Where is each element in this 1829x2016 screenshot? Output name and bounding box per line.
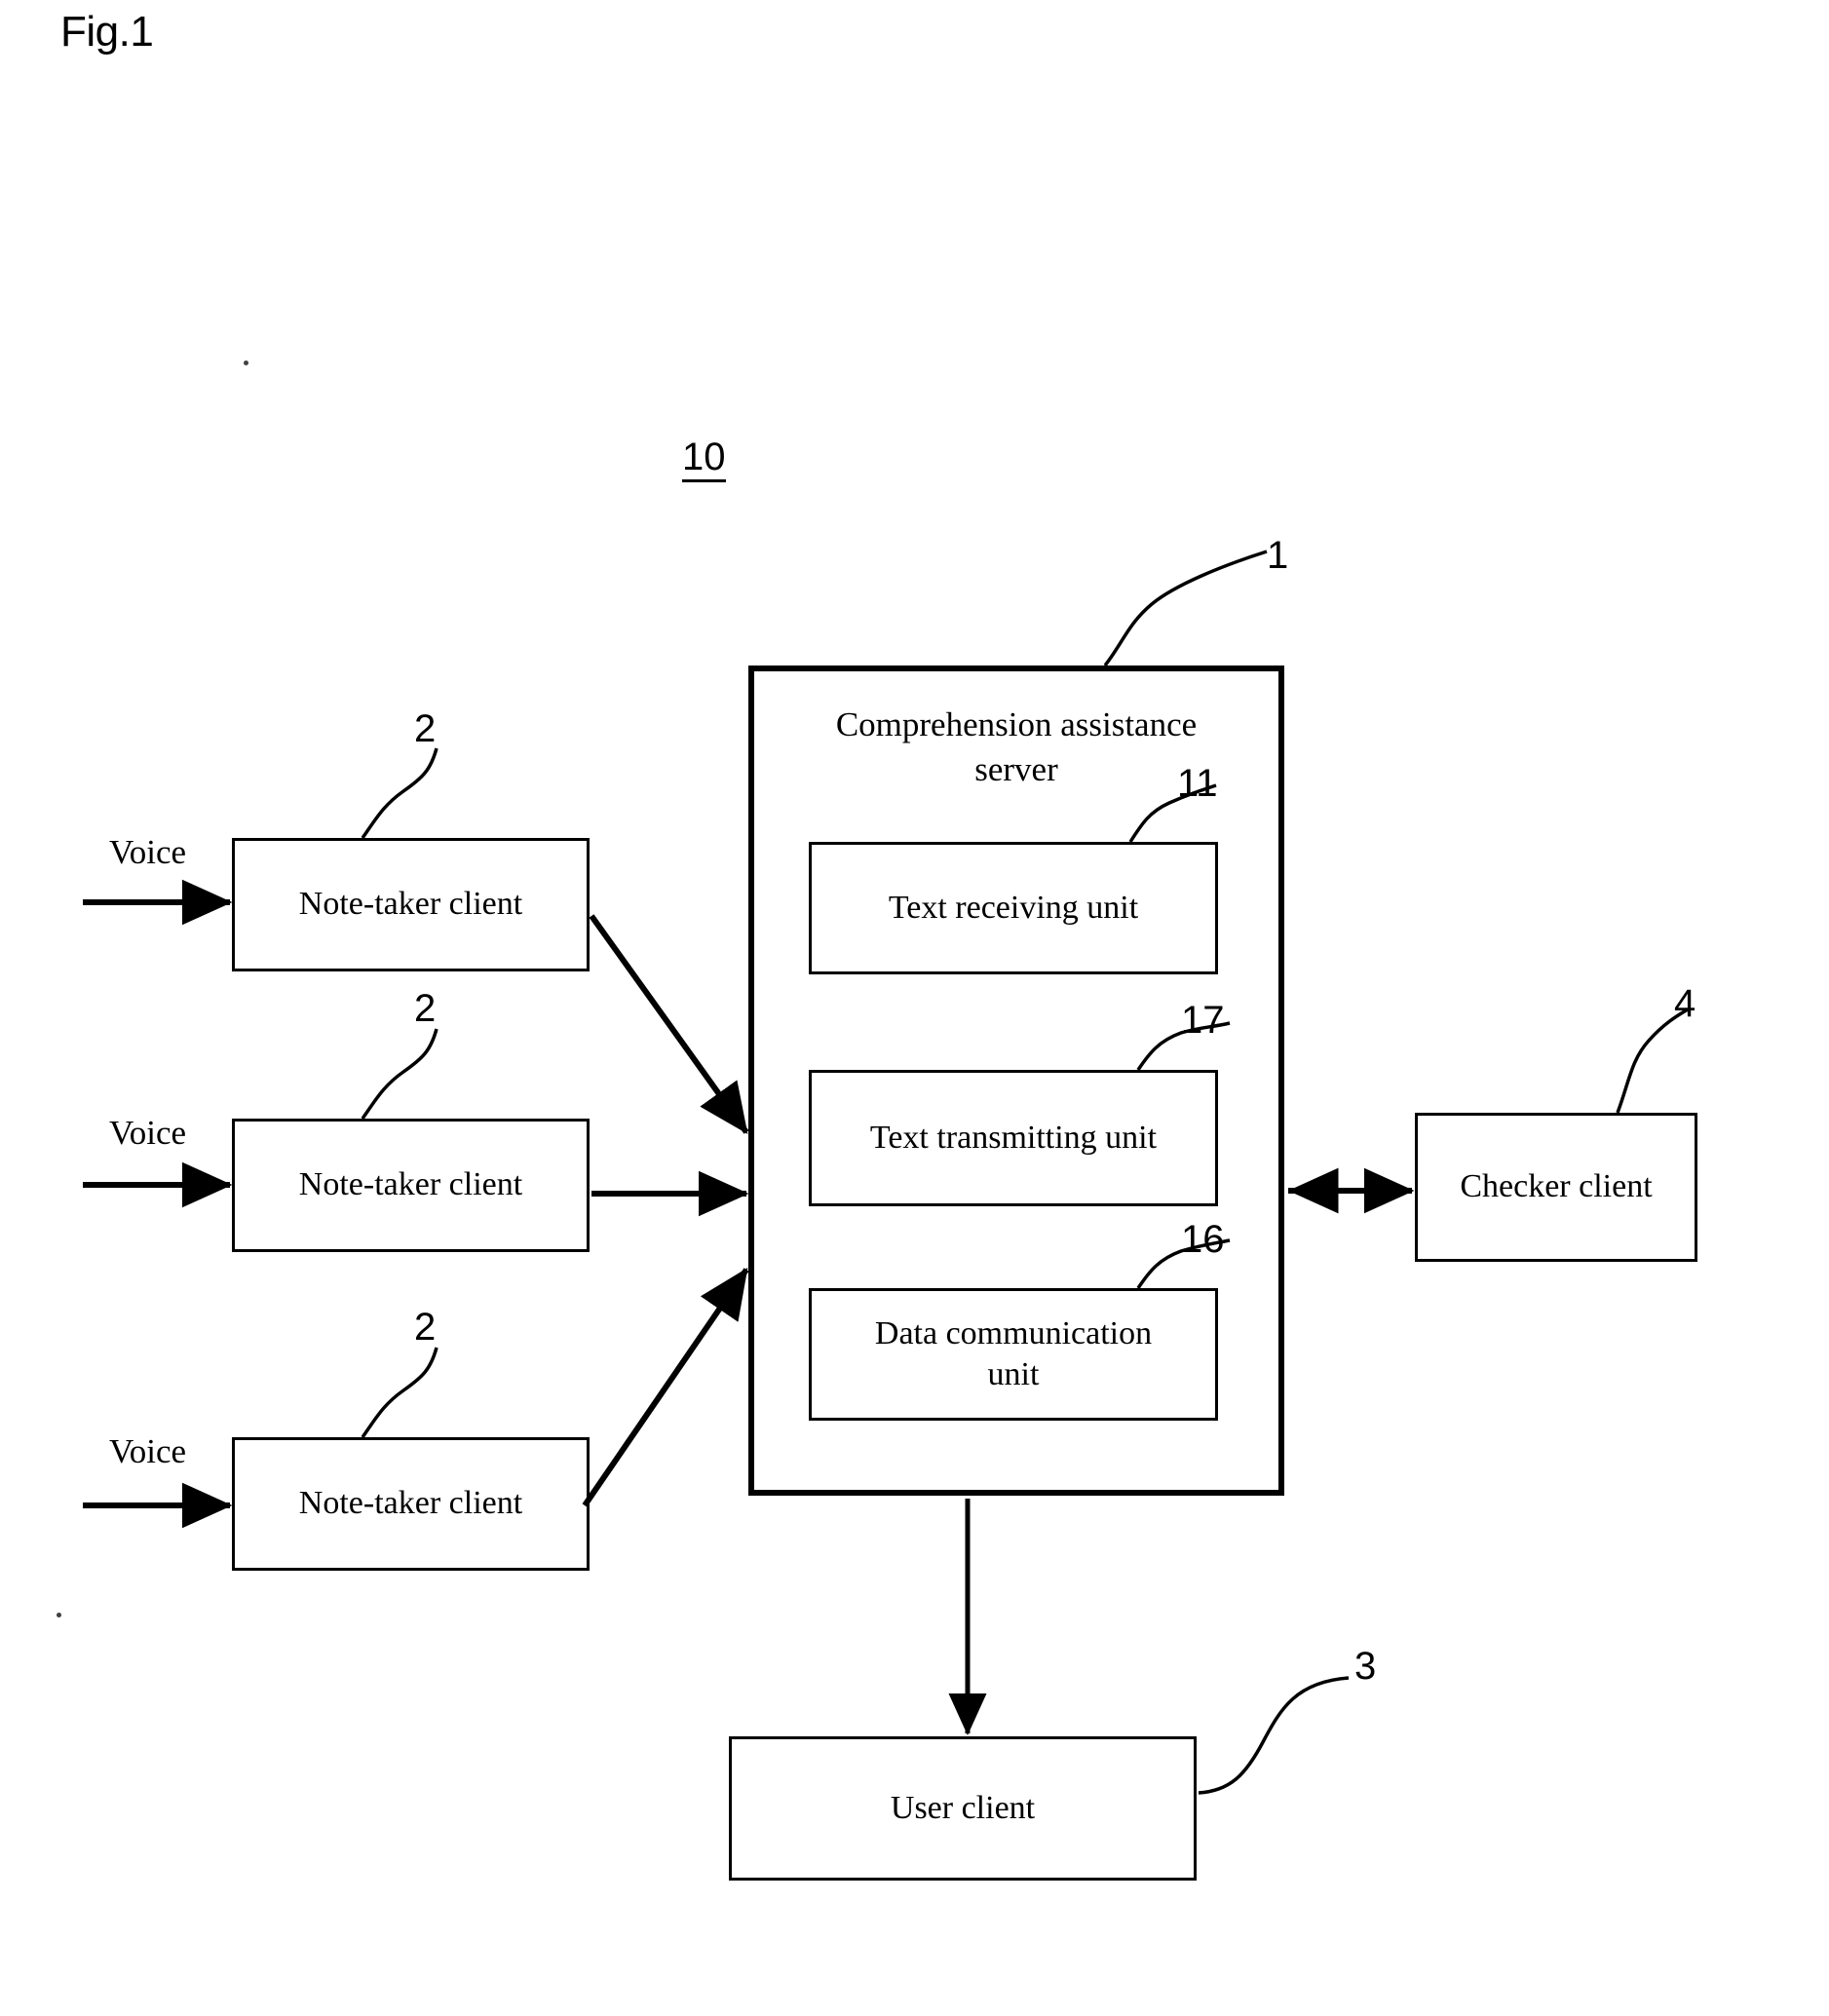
user-client-label: User client <box>890 1789 1036 1826</box>
text-receiving-unit: Text receiving unit <box>809 842 1218 974</box>
voice-input-label-3: Voice <box>109 1432 187 1470</box>
user-client: User client <box>729 1736 1197 1881</box>
leader-line-note-taker-1 <box>361 747 438 840</box>
data-communication-unit-label-line2: unit <box>987 1356 1040 1392</box>
reference-numeral-unit-17: 17 <box>1181 999 1225 1042</box>
voice-input-label-2: Voice <box>109 1114 187 1152</box>
figure-label: Fig.1 <box>60 8 154 56</box>
checker-client: Checker client <box>1415 1113 1697 1262</box>
voice-input-label-1: Voice <box>109 833 187 871</box>
scan-speck <box>57 1613 61 1617</box>
leader-line-note-taker-2 <box>361 1028 438 1121</box>
reference-numeral-user: 3 <box>1354 1645 1377 1688</box>
note-taker-client-1: Note-taker client <box>232 838 590 971</box>
leader-line-server <box>1103 550 1268 667</box>
note-taker-client-3: Note-taker client <box>232 1437 590 1571</box>
reference-numeral-server: 1 <box>1267 534 1289 577</box>
note-taker-client-2: Note-taker client <box>232 1119 590 1252</box>
note-taker-3-to-server-arrow <box>582 1268 749 1507</box>
server-title-line2: server <box>974 750 1058 789</box>
server-title-line1: Comprehension assistance <box>835 705 1198 743</box>
data-communication-unit-label-line1: Data communication <box>874 1314 1153 1351</box>
data-communication-unit: Data communication unit <box>809 1288 1218 1421</box>
reference-numeral-unit-11: 11 <box>1177 762 1218 805</box>
reference-numeral-note-taker-2: 2 <box>414 987 437 1030</box>
checker-client-label: Checker client <box>1460 1168 1653 1205</box>
note-taker-client-3-label: Note-taker client <box>298 1485 523 1522</box>
leader-line-user <box>1198 1676 1350 1795</box>
note-taker-client-2-label: Note-taker client <box>298 1166 523 1203</box>
reference-numeral-unit-16: 16 <box>1181 1218 1225 1261</box>
scan-speck <box>244 361 248 365</box>
leader-line-note-taker-3 <box>361 1347 438 1439</box>
data-communication-unit-label: Data communication unit <box>875 1313 1152 1396</box>
note-taker-client-1-label: Note-taker client <box>298 886 523 923</box>
figure-page: Fig.1 10 Comprehension assistance server… <box>0 0 1829 2016</box>
text-transmitting-unit: Text transmitting unit <box>809 1070 1218 1206</box>
text-receiving-unit-label: Text receiving unit <box>888 889 1139 926</box>
note-taker-1-to-server-arrow <box>589 914 749 1134</box>
text-transmitting-unit-label: Text transmitting unit <box>869 1119 1158 1156</box>
reference-numeral-system: 10 <box>682 437 726 482</box>
reference-numeral-checker: 4 <box>1674 982 1696 1025</box>
reference-numeral-note-taker-1: 2 <box>414 707 437 750</box>
reference-numeral-note-taker-3: 2 <box>414 1306 437 1349</box>
